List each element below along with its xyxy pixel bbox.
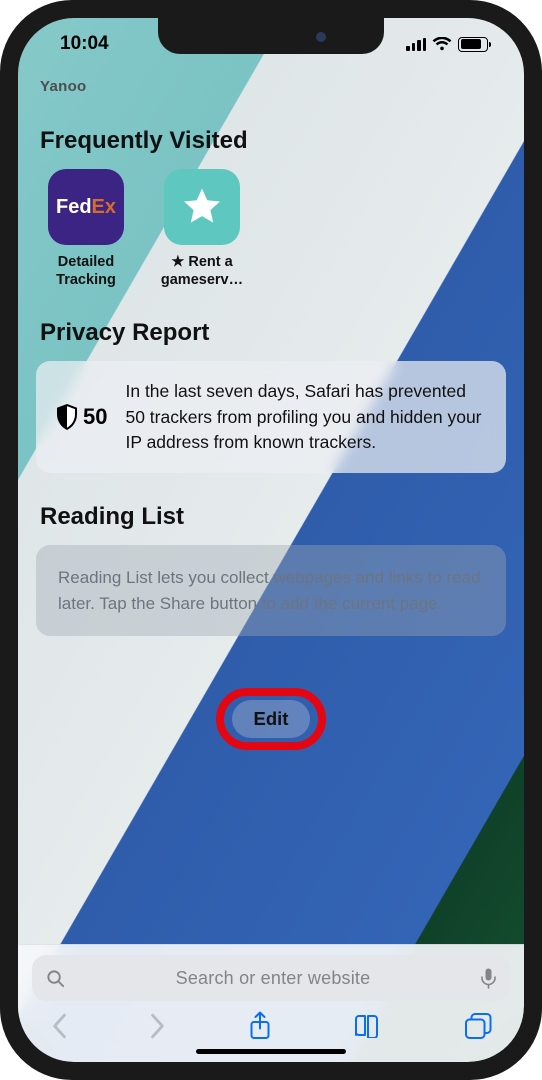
battery-icon [458, 37, 488, 52]
url-placeholder: Search or enter website [77, 968, 469, 989]
forward-icon [149, 1013, 167, 1039]
reading-list-card[interactable]: Reading List lets you collect webpages a… [36, 545, 506, 636]
frequently-visited-item-gameserver[interactable]: ★ Rent a gameserv… [156, 169, 248, 289]
shield-icon [56, 404, 78, 430]
edit-button-container: Edit [34, 688, 508, 750]
search-icon [46, 969, 65, 988]
toolbar [32, 1001, 510, 1041]
privacy-tracker-count: 50 [56, 404, 107, 430]
fv-item-label: Detailed Tracking [40, 253, 132, 289]
status-time: 10:04 [60, 33, 109, 55]
wifi-icon [432, 37, 452, 52]
notch [158, 18, 384, 54]
share-icon[interactable] [248, 1011, 272, 1041]
bottom-bar: Search or enter website [18, 944, 524, 1062]
frequently-visited-title: Frequently Visited [40, 127, 502, 155]
privacy-report-title: Privacy Report [40, 319, 502, 347]
tracker-count-value: 50 [83, 404, 107, 430]
bookmarks-icon[interactable] [353, 1014, 383, 1038]
frequently-visited-row: FedEx Detailed Tracking ★ Rent a gameser… [34, 169, 508, 289]
tabs-icon[interactable] [464, 1012, 492, 1040]
screen: 10:04 Yanoo Frequently Visited FedEx Det… [18, 18, 524, 1062]
tutorial-highlight: Edit [216, 688, 327, 750]
frequently-visited-item-fedex[interactable]: FedEx Detailed Tracking [40, 169, 132, 289]
home-indicator[interactable] [196, 1049, 346, 1054]
fedex-logo-icon: FedEx [48, 169, 124, 245]
fv-item-label: ★ Rent a gameserv… [156, 253, 248, 289]
favorite-label-truncated: Yanoo [34, 70, 508, 97]
reading-list-title: Reading List [40, 503, 502, 531]
url-bar[interactable]: Search or enter website [32, 955, 510, 1001]
back-icon [50, 1013, 68, 1039]
privacy-report-description: In the last seven days, Safari has preve… [125, 379, 486, 455]
edit-button[interactable]: Edit [232, 700, 311, 738]
status-indicators [406, 37, 488, 52]
microphone-icon[interactable] [481, 968, 496, 989]
privacy-report-card[interactable]: 50 In the last seven days, Safari has pr… [36, 361, 506, 473]
cellular-signal-icon [406, 38, 426, 51]
phone-frame: 10:04 Yanoo Frequently Visited FedEx Det… [0, 0, 542, 1080]
start-page-content: Yanoo Frequently Visited FedEx Detailed … [18, 70, 524, 944]
reading-list-description: Reading List lets you collect webpages a… [58, 568, 480, 613]
star-icon [164, 169, 240, 245]
